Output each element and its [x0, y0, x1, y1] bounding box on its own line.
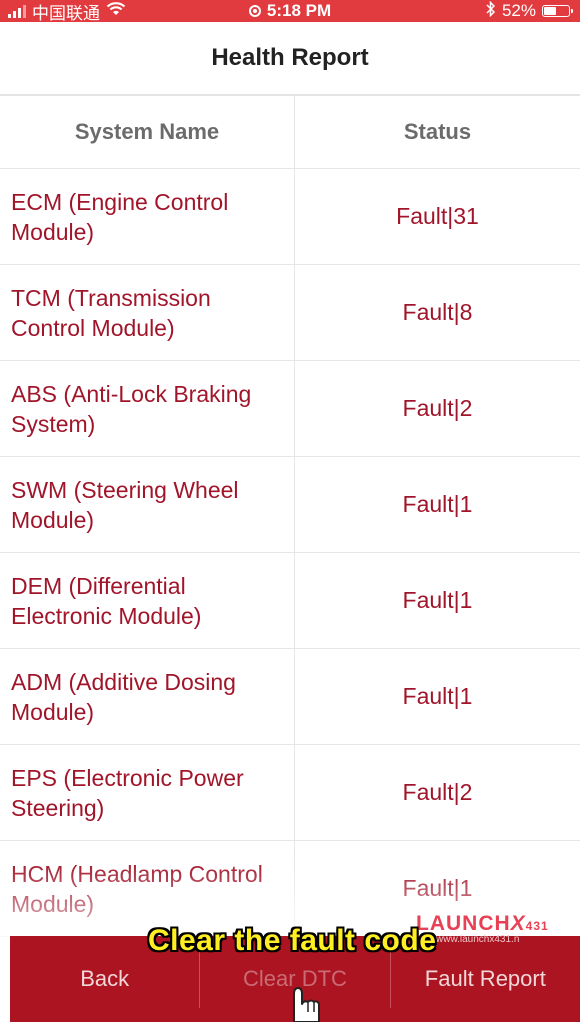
system-name-cell: ABS (Anti-Lock Braking System): [0, 361, 295, 456]
nav-header: Health Report: [0, 22, 580, 96]
table-row[interactable]: ADM (Additive Dosing Module) Fault|1: [0, 649, 580, 745]
table-row[interactable]: ECM (Engine Control Module) Fault|31: [0, 169, 580, 265]
video-caption: Clear the fault code: [148, 924, 437, 957]
system-name-cell: ECM (Engine Control Module): [0, 169, 295, 264]
pointer-hand-icon: [278, 982, 324, 1023]
watermark-number: 431: [525, 919, 549, 933]
battery-icon: [542, 5, 573, 17]
table-row[interactable]: TCM (Transmission Control Module) Fault|…: [0, 265, 580, 361]
location-icon: [248, 5, 261, 17]
table-row[interactable]: SWM (Steering Wheel Module) Fault|1: [0, 457, 580, 553]
bluetooth-icon: [486, 0, 496, 22]
clock: 5:18 PM: [266, 1, 332, 20]
column-header-system-name: System Name: [0, 96, 295, 168]
system-name-cell: SWM (Steering Wheel Module): [0, 457, 295, 552]
system-name-cell: ADM (Additive Dosing Module): [0, 649, 295, 744]
column-header-status: Status: [403, 119, 472, 144]
table-row[interactable]: DEM (Differential Electronic Module) Fau…: [0, 553, 580, 649]
status-cell: Fault|2: [402, 395, 473, 421]
page-title: Health Report: [211, 44, 369, 71]
status-cell: Fault|31: [396, 203, 479, 229]
table-row[interactable]: EPS (Electronic Power Steering) Fault|2: [0, 745, 580, 841]
watermark-x: X: [510, 912, 526, 935]
status-cell: Fault|1: [402, 587, 473, 613]
status-bar: 中国联通 5:18 PM 52%: [0, 0, 580, 23]
status-cell: Fault|8: [402, 299, 473, 325]
system-name-cell: DEM (Differential Electronic Module): [0, 553, 295, 648]
health-report-table: System Name Status ECM (Engine Control M…: [0, 96, 580, 937]
status-cell: Fault|1: [402, 491, 473, 517]
status-cell: Fault|2: [402, 779, 473, 805]
system-name-cell: EPS (Electronic Power Steering): [0, 745, 295, 840]
system-name-cell: HCM (Headlamp Control Module): [0, 841, 295, 936]
table-header: System Name Status: [0, 96, 580, 169]
status-cell: Fault|1: [402, 683, 473, 709]
table-row[interactable]: ABS (Anti-Lock Braking System) Fault|2: [0, 361, 580, 457]
system-name-cell: TCM (Transmission Control Module): [0, 265, 295, 360]
battery-percent: 52%: [501, 1, 536, 20]
